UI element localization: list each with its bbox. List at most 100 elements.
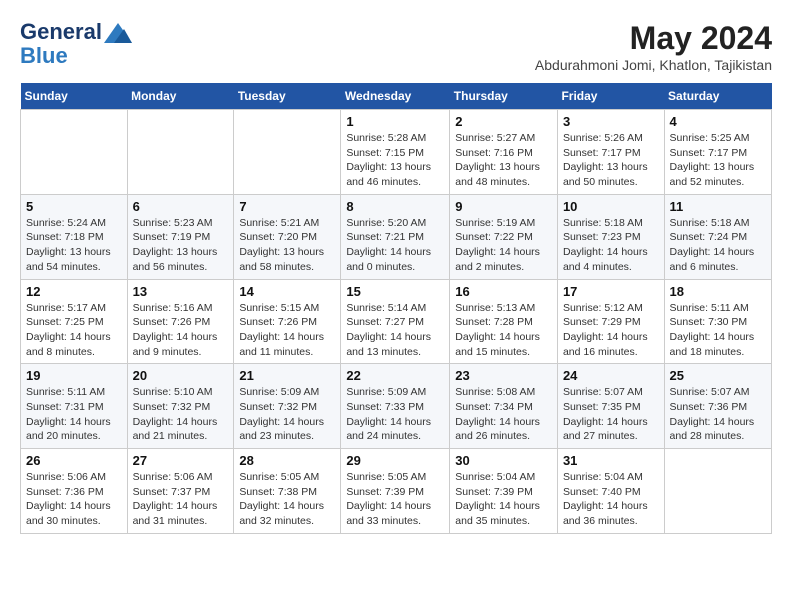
month-year: May 2024 xyxy=(535,20,772,57)
calendar-cell: 22 Sunrise: 5:09 AMSunset: 7:33 PMDayligh… xyxy=(341,364,450,449)
day-number: 29 xyxy=(346,453,444,468)
weekday-header-monday: Monday xyxy=(127,83,234,110)
day-number: 22 xyxy=(346,368,444,383)
weekday-header-saturday: Saturday xyxy=(664,83,771,110)
day-number: 4 xyxy=(670,114,766,129)
day-info: Sunrise: 5:18 AMSunset: 7:24 PMDaylight:… xyxy=(670,216,766,275)
day-number: 10 xyxy=(563,199,659,214)
calendar-cell: 27Sunrise: 5:06 AMSunset: 7:37 PMDayligh… xyxy=(127,449,234,534)
calendar-cell: 8Sunrise: 5:20 AMSunset: 7:21 PMDaylight… xyxy=(341,194,450,279)
calendar-table: SundayMondayTuesdayWednesdayThursdayFrid… xyxy=(20,83,772,534)
calendar-cell: 30 Sunrise: 5:04 AMSunset: 7:39 PMDayligh… xyxy=(450,449,558,534)
day-info: Sunrise: 5:26 AMSunset: 7:17 PMDaylight:… xyxy=(563,131,659,190)
weekday-header-wednesday: Wednesday xyxy=(341,83,450,110)
weekday-header-sunday: Sunday xyxy=(21,83,128,110)
calendar-cell: 2 Sunrise: 5:27 AMSunset: 7:16 PMDaylight… xyxy=(450,110,558,195)
day-number: 6 xyxy=(133,199,229,214)
day-info: Sunrise: 5:09 AMSunset: 7:33 PMDaylight:… xyxy=(346,385,444,444)
calendar-cell: 4Sunrise: 5:25 AMSunset: 7:17 PMDaylight… xyxy=(664,110,771,195)
day-info: Sunrise: 5:07 AMSunset: 7:35 PMDaylight:… xyxy=(563,385,659,444)
day-info: Sunrise: 5:05 AMSunset: 7:39 PMDaylight:… xyxy=(346,470,444,529)
calendar-cell: 16 Sunrise: 5:13 AMSunset: 7:28 PMDayligh… xyxy=(450,279,558,364)
day-info: Sunrise: 5:09 AMSunset: 7:32 PMDaylight:… xyxy=(239,385,335,444)
calendar-cell: 12Sunrise: 5:17 AMSunset: 7:25 PMDayligh… xyxy=(21,279,128,364)
calendar-cell: 31Sunrise: 5:04 AMSunset: 7:40 PMDayligh… xyxy=(557,449,664,534)
day-number: 20 xyxy=(133,368,229,383)
day-number: 15 xyxy=(346,284,444,299)
day-number: 14 xyxy=(239,284,335,299)
calendar-cell: 23 Sunrise: 5:08 AMSunset: 7:34 PMDayligh… xyxy=(450,364,558,449)
day-info: Sunrise: 5:17 AMSunset: 7:25 PMDaylight:… xyxy=(26,301,122,360)
day-number: 30 xyxy=(455,453,552,468)
calendar-cell: 18 Sunrise: 5:11 AMSunset: 7:30 PMDayligh… xyxy=(664,279,771,364)
day-number: 7 xyxy=(239,199,335,214)
week-row-4: 19 Sunrise: 5:11 AMSunset: 7:31 PMDayligh… xyxy=(21,364,772,449)
week-row-2: 5Sunrise: 5:24 AMSunset: 7:18 PMDaylight… xyxy=(21,194,772,279)
day-number: 8 xyxy=(346,199,444,214)
calendar-cell: 6 Sunrise: 5:23 AMSunset: 7:19 PMDaylight… xyxy=(127,194,234,279)
calendar-cell: 7 Sunrise: 5:21 AMSunset: 7:20 PMDaylight… xyxy=(234,194,341,279)
calendar-cell: 28 Sunrise: 5:05 AMSunset: 7:38 PMDayligh… xyxy=(234,449,341,534)
day-info: Sunrise: 5:28 AMSunset: 7:15 PMDaylight:… xyxy=(346,131,444,190)
calendar-cell: 11 Sunrise: 5:18 AMSunset: 7:24 PMDayligh… xyxy=(664,194,771,279)
week-row-1: 1Sunrise: 5:28 AMSunset: 7:15 PMDaylight… xyxy=(21,110,772,195)
day-number: 17 xyxy=(563,284,659,299)
day-number: 16 xyxy=(455,284,552,299)
calendar-cell: 19 Sunrise: 5:11 AMSunset: 7:31 PMDayligh… xyxy=(21,364,128,449)
day-info: Sunrise: 5:07 AMSunset: 7:36 PMDaylight:… xyxy=(670,385,766,444)
day-number: 26 xyxy=(26,453,122,468)
title-block: May 2024 Abdurahmoni Jomi, Khatlon, Taji… xyxy=(535,20,772,73)
calendar-cell: 26 Sunrise: 5:06 AMSunset: 7:36 PMDayligh… xyxy=(21,449,128,534)
logo-text: General xyxy=(20,20,132,44)
day-info: Sunrise: 5:13 AMSunset: 7:28 PMDaylight:… xyxy=(455,301,552,360)
calendar-cell: 5Sunrise: 5:24 AMSunset: 7:18 PMDaylight… xyxy=(21,194,128,279)
calendar-cell: 25 Sunrise: 5:07 AMSunset: 7:36 PMDayligh… xyxy=(664,364,771,449)
calendar-cell: 13 Sunrise: 5:16 AMSunset: 7:26 PMDayligh… xyxy=(127,279,234,364)
day-number: 24 xyxy=(563,368,659,383)
day-number: 18 xyxy=(670,284,766,299)
week-row-3: 12Sunrise: 5:17 AMSunset: 7:25 PMDayligh… xyxy=(21,279,772,364)
calendar-cell: 17 Sunrise: 5:12 AMSunset: 7:29 PMDayligh… xyxy=(557,279,664,364)
day-info: Sunrise: 5:27 AMSunset: 7:16 PMDaylight:… xyxy=(455,131,552,190)
day-number: 31 xyxy=(563,453,659,468)
calendar-cell: 10 Sunrise: 5:18 AMSunset: 7:23 PMDayligh… xyxy=(557,194,664,279)
calendar-cell: 1Sunrise: 5:28 AMSunset: 7:15 PMDaylight… xyxy=(341,110,450,195)
weekday-header-row: SundayMondayTuesdayWednesdayThursdayFrid… xyxy=(21,83,772,110)
logo-blue: Blue xyxy=(20,44,132,68)
day-info: Sunrise: 5:08 AMSunset: 7:34 PMDaylight:… xyxy=(455,385,552,444)
day-info: Sunrise: 5:18 AMSunset: 7:23 PMDaylight:… xyxy=(563,216,659,275)
location: Abdurahmoni Jomi, Khatlon, Tajikistan xyxy=(535,57,772,73)
day-number: 19 xyxy=(26,368,122,383)
day-info: Sunrise: 5:19 AMSunset: 7:22 PMDaylight:… xyxy=(455,216,552,275)
day-info: Sunrise: 5:06 AMSunset: 7:36 PMDaylight:… xyxy=(26,470,122,529)
logo-icon xyxy=(104,23,132,43)
calendar-cell: 29 Sunrise: 5:05 AMSunset: 7:39 PMDayligh… xyxy=(341,449,450,534)
day-info: Sunrise: 5:05 AMSunset: 7:38 PMDaylight:… xyxy=(239,470,335,529)
day-info: Sunrise: 5:21 AMSunset: 7:20 PMDaylight:… xyxy=(239,216,335,275)
day-info: Sunrise: 5:11 AMSunset: 7:30 PMDaylight:… xyxy=(670,301,766,360)
day-info: Sunrise: 5:10 AMSunset: 7:32 PMDaylight:… xyxy=(133,385,229,444)
calendar-cell: 3Sunrise: 5:26 AMSunset: 7:17 PMDaylight… xyxy=(557,110,664,195)
weekday-header-tuesday: Tuesday xyxy=(234,83,341,110)
day-info: Sunrise: 5:12 AMSunset: 7:29 PMDaylight:… xyxy=(563,301,659,360)
day-number: 27 xyxy=(133,453,229,468)
weekday-header-thursday: Thursday xyxy=(450,83,558,110)
day-number: 23 xyxy=(455,368,552,383)
calendar-cell: 15Sunrise: 5:14 AMSunset: 7:27 PMDayligh… xyxy=(341,279,450,364)
weekday-header-friday: Friday xyxy=(557,83,664,110)
day-number: 2 xyxy=(455,114,552,129)
day-info: Sunrise: 5:15 AMSunset: 7:26 PMDaylight:… xyxy=(239,301,335,360)
day-info: Sunrise: 5:23 AMSunset: 7:19 PMDaylight:… xyxy=(133,216,229,275)
day-number: 11 xyxy=(670,199,766,214)
day-info: Sunrise: 5:11 AMSunset: 7:31 PMDaylight:… xyxy=(26,385,122,444)
day-number: 28 xyxy=(239,453,335,468)
day-number: 25 xyxy=(670,368,766,383)
page-header: General Blue May 2024 Abdurahmoni Jomi, … xyxy=(20,20,772,73)
day-info: Sunrise: 5:04 AMSunset: 7:39 PMDaylight:… xyxy=(455,470,552,529)
calendar-cell xyxy=(664,449,771,534)
calendar-cell: 9Sunrise: 5:19 AMSunset: 7:22 PMDaylight… xyxy=(450,194,558,279)
day-info: Sunrise: 5:24 AMSunset: 7:18 PMDaylight:… xyxy=(26,216,122,275)
day-number: 13 xyxy=(133,284,229,299)
day-info: Sunrise: 5:16 AMSunset: 7:26 PMDaylight:… xyxy=(133,301,229,360)
calendar-cell xyxy=(21,110,128,195)
